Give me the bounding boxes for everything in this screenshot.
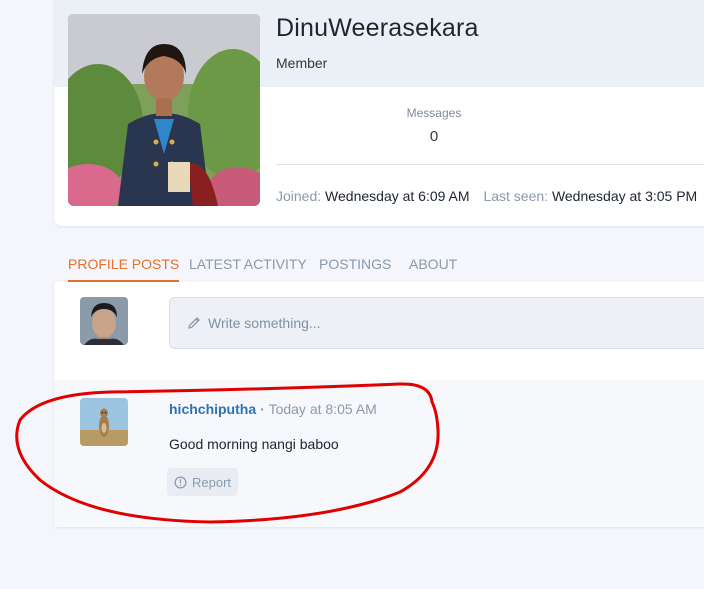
profile-info-line: Joined: Wednesday at 6:09 AM Last seen: … [276,188,704,204]
composer-row: Write something... [54,282,704,368]
profile-username: DinuWeerasekara [276,14,479,42]
card-divider [276,164,704,165]
current-user-avatar-image [80,297,128,345]
post-header: hichchiputha · Today at 8:05 AM [169,401,377,417]
tab-postings[interactable]: Postings [319,256,391,280]
messages-stat-label: Messages [406,106,462,120]
post-timestamp[interactable]: Today at 8:05 AM [269,401,377,417]
post-separator: · [260,401,265,417]
profile-posts-panel: Write something... hichchiputha · Today … [54,282,704,527]
composer-placeholder: Write something... [208,315,321,331]
joined-label: Joined: [276,188,322,204]
last-seen-label: Last seen: [483,188,549,204]
profile-user-title: Member [276,55,328,71]
last-seen-value: Wednesday at 3:05 PM [551,188,698,204]
profile-avatar-image [68,14,260,206]
profile-card: DinuWeerasekara Member Messages 0 Joined… [54,0,704,226]
profile-tabs: Profile posts Latest activity Postings A… [54,246,704,283]
post-author-avatar-image [80,398,128,446]
profile-post: hichchiputha · Today at 8:05 AM Good mor… [54,380,704,527]
tab-latest-activity[interactable]: Latest activity [189,256,307,280]
profile-avatar[interactable] [68,14,260,206]
tab-profile-posts[interactable]: Profile posts [68,256,180,282]
post-body: Good morning nangi baboo [169,436,339,452]
current-user-avatar[interactable] [80,297,128,345]
report-label: Report [191,474,232,490]
pencil-icon [188,317,200,329]
post-author-avatar[interactable] [80,398,128,446]
messages-stat-value: 0 [429,128,439,145]
composer-input[interactable]: Write something... [169,297,704,349]
messages-stat[interactable]: Messages 0 [404,106,464,145]
report-button[interactable]: Report [167,468,238,496]
tab-about[interactable]: About [409,256,457,280]
exclamation-circle-icon [174,476,187,488]
post-author-link[interactable]: hichchiputha [169,401,256,417]
joined-value: Wednesday at 6:09 AM [325,188,470,204]
